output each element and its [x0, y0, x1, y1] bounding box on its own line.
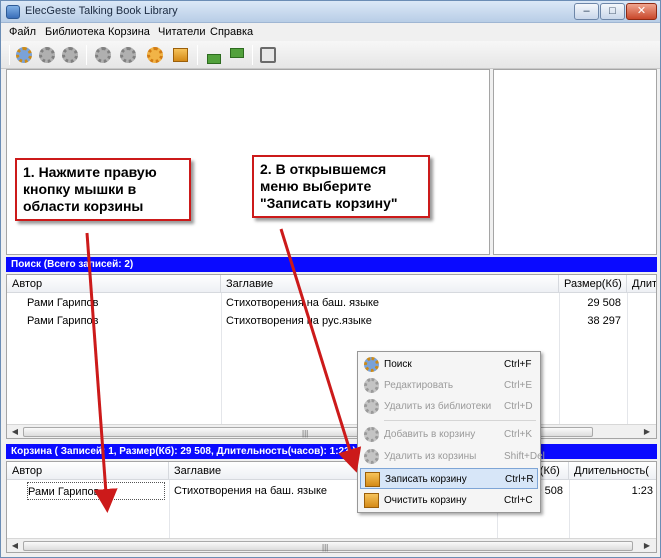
- menu-item-label: Добавить в корзину: [384, 429, 476, 440]
- edit-gear-icon[interactable]: [37, 45, 57, 65]
- write-basket-icon: [365, 472, 380, 487]
- search-row-1-size[interactable]: 29 508: [581, 294, 621, 312]
- minimize-button[interactable]: –: [574, 3, 599, 20]
- search-row-2-size[interactable]: 38 297: [581, 312, 621, 330]
- menu-item-shortcut: Ctrl+F: [504, 359, 532, 370]
- menu-item-shortcut: Ctrl+C: [504, 495, 533, 506]
- column-divider: [569, 480, 570, 538]
- context-menu: Поиск Ctrl+F Редактировать Ctrl+E Удалит…: [357, 351, 545, 513]
- menu-item-remove-from-basket[interactable]: Удалить из корзины Shift+Del: [360, 446, 545, 467]
- menu-item-clear-basket[interactable]: Очистить корзину Ctrl+C: [360, 490, 538, 511]
- menu-help[interactable]: Справка: [210, 26, 253, 38]
- search-panel-header: Поиск (Всего записей: 2): [6, 257, 657, 272]
- column-divider: [559, 293, 560, 425]
- delete-gear-icon[interactable]: [60, 45, 80, 65]
- app-window: ElecGeste Talking Book Library – □ ✕ Фай…: [0, 0, 661, 558]
- menu-item-label: Очистить корзину: [384, 495, 467, 506]
- column-header-title[interactable]: Заглавие: [221, 275, 559, 293]
- annotation-line: "Записать корзину": [260, 195, 398, 211]
- menu-item-label: Поиск: [384, 359, 412, 370]
- search-gear-icon: [364, 357, 379, 372]
- basket-row-1-author[interactable]: Рами Гарипов: [27, 482, 165, 500]
- remove-gear-icon[interactable]: [118, 45, 138, 65]
- column-header-duration[interactable]: Длите: [627, 275, 656, 293]
- basket-panel-header: Корзина ( Записей: 1, Размер(Кб): 29 508…: [6, 444, 657, 459]
- app-icon: [6, 5, 20, 19]
- scroll-left-icon[interactable]: ◀: [8, 425, 22, 438]
- upload-icon[interactable]: [203, 45, 223, 65]
- column-divider: [169, 480, 170, 538]
- download-icon[interactable]: [226, 45, 246, 65]
- search-results-grid[interactable]: Автор Заглавие Размер(Кб) Длите Рами Гар…: [6, 274, 657, 439]
- annotation-step-1: 1. Нажмите правую кнопку мышки в области…: [15, 158, 191, 221]
- clear-basket-icon[interactable]: [170, 45, 190, 65]
- annotation-step-2: 2. В открывшемся меню выберите "Записать…: [252, 155, 430, 218]
- menu-separator: [384, 420, 536, 421]
- info-pane[interactable]: [493, 69, 657, 255]
- column-header-author[interactable]: Автор: [7, 462, 169, 480]
- title-bar: ElecGeste Talking Book Library – □ ✕: [1, 1, 660, 23]
- search-row-1-title[interactable]: Стихотворения на баш. языке: [226, 294, 556, 312]
- write-basket-icon[interactable]: [145, 45, 165, 65]
- basket-horizontal-scrollbar[interactable]: ◀ ||| ▶: [7, 538, 656, 552]
- menu-item-label: Удалить из библиотеки: [384, 401, 492, 412]
- menu-readers[interactable]: Читатели: [158, 26, 206, 38]
- add-gear-icon: [364, 427, 379, 442]
- menu-basket[interactable]: Корзина: [108, 26, 150, 38]
- toolbar-separator: [252, 45, 253, 65]
- menu-library[interactable]: Библиотека: [45, 26, 105, 38]
- menu-item-label: Удалить из корзины: [384, 451, 477, 462]
- menu-item-shortcut: Ctrl+E: [504, 380, 533, 391]
- toolbar-separator: [197, 45, 198, 65]
- annotation-line: 2. В открывшемся: [260, 161, 387, 177]
- menu-item-write-basket[interactable]: Записать корзину Ctrl+R: [360, 468, 538, 489]
- column-divider: [221, 293, 222, 425]
- add-to-basket-gear-icon[interactable]: [93, 45, 113, 65]
- annotation-line: 1. Нажмите правую: [23, 164, 157, 180]
- basket-row-1-duration[interactable]: 1:23: [607, 482, 653, 500]
- menu-item-shortcut: Shift+Del: [504, 451, 545, 462]
- menu-item-delete-from-library[interactable]: Удалить из библиотеки Ctrl+D: [360, 396, 538, 417]
- search-row-2-title[interactable]: Стихотворения на рус.языке: [226, 312, 556, 330]
- menu-item-shortcut: Ctrl+R: [505, 474, 534, 485]
- delete-gear-icon: [364, 399, 379, 414]
- annotation-line: кнопку мышки в: [23, 181, 137, 197]
- column-header-duration[interactable]: Длительность(: [569, 462, 656, 480]
- clear-basket-icon: [364, 493, 379, 508]
- menu-item-edit[interactable]: Редактировать Ctrl+E: [360, 375, 538, 396]
- scroll-right-icon[interactable]: ▶: [640, 539, 654, 552]
- menu-item-add-to-basket[interactable]: Добавить в корзину Ctrl+K: [360, 424, 538, 445]
- maximize-button[interactable]: □: [600, 3, 625, 20]
- search-gear-icon[interactable]: [14, 45, 34, 65]
- scrollbar-thumb[interactable]: |||: [23, 541, 633, 552]
- toolbar-separator: [9, 45, 10, 65]
- annotation-line: меню выберите: [260, 178, 372, 194]
- edit-gear-icon: [364, 378, 379, 393]
- toolbar-separator: [86, 45, 87, 65]
- toolbar: [1, 41, 660, 69]
- window-title: ElecGeste Talking Book Library: [25, 5, 178, 17]
- menu-item-label: Редактировать: [384, 380, 454, 391]
- column-header-size[interactable]: Размер(Кб): [559, 275, 627, 293]
- remove-gear-icon: [364, 449, 379, 464]
- basket-grid[interactable]: Автор Заглавие Размер(Кб) Длительность( …: [6, 461, 657, 553]
- menu-item-shortcut: Ctrl+D: [504, 401, 533, 412]
- search-row-1-author[interactable]: Рами Гарипов: [27, 294, 217, 312]
- search-row-2-author[interactable]: Рами Гарипов: [27, 312, 217, 330]
- annotation-line: области корзины: [23, 198, 144, 214]
- column-header-author[interactable]: Автор: [7, 275, 221, 293]
- search-horizontal-scrollbar[interactable]: ◀ ||| ▶: [7, 424, 656, 438]
- menu-item-search[interactable]: Поиск Ctrl+F: [360, 354, 538, 375]
- menu-bar: Файл Библиотека Корзина Читатели Справка: [1, 23, 660, 41]
- menu-item-shortcut: Ctrl+K: [504, 429, 533, 440]
- menu-file[interactable]: Файл: [9, 26, 36, 38]
- scroll-right-icon[interactable]: ▶: [640, 425, 654, 438]
- settings-tools-icon[interactable]: [258, 45, 278, 65]
- menu-item-label: Записать корзину: [385, 474, 467, 485]
- close-button[interactable]: ✕: [626, 3, 657, 20]
- scroll-left-icon[interactable]: ◀: [8, 539, 22, 552]
- column-divider: [627, 293, 628, 425]
